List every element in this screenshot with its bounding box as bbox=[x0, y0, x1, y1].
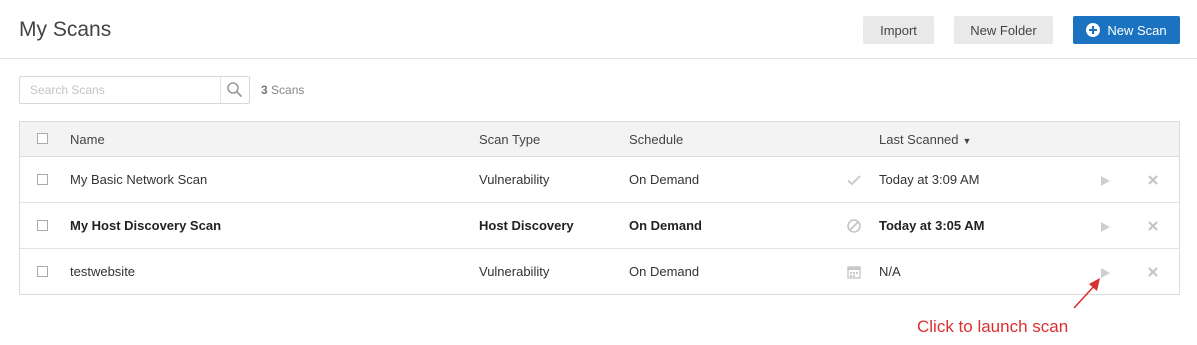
table-row[interactable]: testwebsite Vulnerability On Demand N/A bbox=[20, 249, 1179, 295]
canceled-icon bbox=[847, 219, 861, 233]
search-icon bbox=[227, 82, 242, 97]
scan-schedule: On Demand bbox=[629, 172, 700, 187]
calendar-icon bbox=[847, 266, 861, 279]
scan-count-unit: Scans bbox=[271, 83, 305, 97]
plus-circle-icon bbox=[1086, 23, 1101, 37]
scans-table: Name Scan Type Schedule Last Scanned ▼ My… bbox=[19, 121, 1180, 295]
table-header: Name Scan Type Schedule Last Scanned ▼ bbox=[20, 122, 1179, 157]
column-header-name[interactable]: Name bbox=[70, 132, 105, 147]
column-header-scan-type[interactable]: Scan Type bbox=[479, 132, 540, 147]
scan-schedule: On Demand bbox=[629, 264, 700, 279]
search-box bbox=[19, 76, 250, 104]
page-title: My Scans bbox=[19, 18, 112, 41]
column-header-last-scanned[interactable]: Last Scanned ▼ bbox=[879, 132, 971, 147]
import-button[interactable]: Import bbox=[863, 16, 934, 44]
scan-count: 3 Scans bbox=[261, 83, 304, 97]
delete-x-icon[interactable] bbox=[1147, 266, 1159, 278]
scan-schedule: On Demand bbox=[629, 218, 702, 233]
delete-x-icon[interactable] bbox=[1147, 174, 1159, 186]
scan-name[interactable]: testwebsite bbox=[70, 264, 135, 279]
scan-name[interactable]: My Host Discovery Scan bbox=[70, 218, 221, 233]
annotation-arrow-icon bbox=[1073, 278, 1100, 309]
table-row[interactable]: My Basic Network Scan Vulnerability On D… bbox=[20, 157, 1179, 203]
scan-type: Vulnerability bbox=[479, 172, 550, 187]
launch-play-icon[interactable] bbox=[1099, 221, 1111, 233]
import-button-label: Import bbox=[880, 22, 917, 38]
new-scan-button-label: New Scan bbox=[1107, 22, 1167, 38]
last-scanned: N/A bbox=[879, 264, 901, 279]
row-checkbox[interactable] bbox=[37, 266, 48, 277]
row-checkbox[interactable] bbox=[37, 174, 48, 185]
select-all-checkbox[interactable] bbox=[37, 133, 48, 144]
delete-x-icon[interactable] bbox=[1147, 220, 1159, 232]
check-icon bbox=[847, 175, 861, 186]
new-folder-button[interactable]: New Folder bbox=[954, 16, 1053, 44]
scan-name[interactable]: My Basic Network Scan bbox=[70, 172, 207, 187]
launch-play-icon[interactable] bbox=[1099, 175, 1111, 187]
table-row[interactable]: My Host Discovery Scan Host Discovery On… bbox=[20, 203, 1179, 249]
column-header-schedule[interactable]: Schedule bbox=[629, 132, 683, 147]
page-header: My Scans Import New Folder New Scan bbox=[0, 0, 1197, 59]
search-input[interactable] bbox=[20, 77, 230, 103]
annotation-text: Click to launch scan bbox=[917, 317, 1069, 336]
column-header-last-scanned-label: Last Scanned bbox=[879, 132, 959, 147]
scan-count-number: 3 bbox=[261, 83, 268, 97]
last-scanned: Today at 3:05 AM bbox=[879, 218, 985, 233]
new-scan-button[interactable]: New Scan bbox=[1073, 16, 1180, 44]
search-button[interactable] bbox=[220, 77, 249, 103]
last-scanned: Today at 3:09 AM bbox=[879, 172, 980, 187]
sort-descending-icon: ▼ bbox=[962, 136, 972, 146]
row-checkbox[interactable] bbox=[37, 220, 48, 231]
scan-type: Vulnerability bbox=[479, 264, 550, 279]
new-folder-button-label: New Folder bbox=[970, 22, 1037, 38]
scan-type: Host Discovery bbox=[479, 218, 574, 233]
